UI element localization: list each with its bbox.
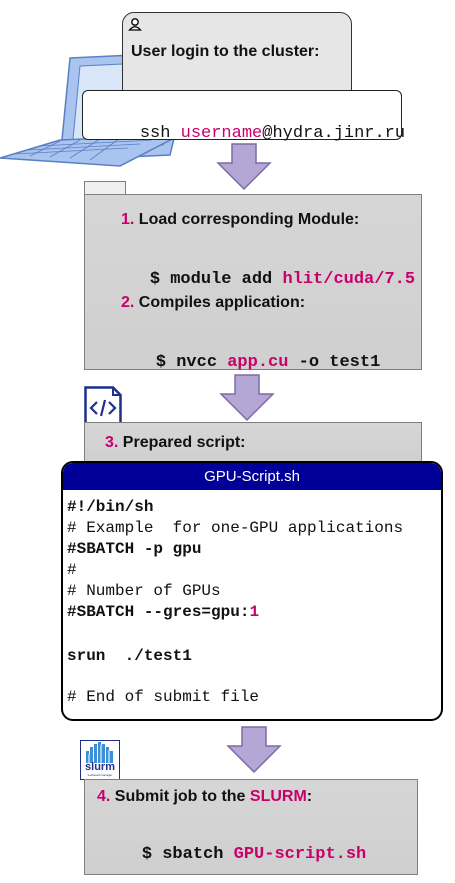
step4-cmd-prefix: $ sbatch xyxy=(141,845,234,864)
script-line: #SBATCH -p gpu xyxy=(67,540,202,558)
step2-cmd-file: app.cu xyxy=(227,353,289,372)
step1-cmd-prefix: $ module add xyxy=(149,270,283,289)
step4-colon: : xyxy=(306,788,313,805)
step3-number: 3. xyxy=(105,434,119,451)
script-gres-value: 1 xyxy=(249,603,260,621)
script-line: #!/bin/sh xyxy=(67,498,154,516)
step4-box: 4. Submit job to the SLURM: $ sbatch GPU… xyxy=(84,779,418,875)
login-title: User login to the cluster: xyxy=(131,43,320,60)
down-arrow-2 xyxy=(219,374,275,422)
script-line: # xyxy=(67,561,77,579)
script-header: GPU-Script.sh xyxy=(63,463,441,490)
script-line: # Example for one-GPU applications xyxy=(67,519,404,537)
script-blank-line xyxy=(67,667,441,687)
step2-title: 2. Compiles application: xyxy=(121,294,305,312)
step4-label: Submit job to the xyxy=(114,788,250,805)
slurm-logo-icon: slurm workload manager xyxy=(80,740,120,780)
script-line: srun ./test1 xyxy=(67,647,192,665)
script-line: # End of submit file xyxy=(67,688,260,706)
down-arrow-1 xyxy=(216,143,272,191)
script-line: #SBATCH --gres=gpu:1 xyxy=(67,602,441,623)
slurm-logo-subtext: workload manager xyxy=(87,773,113,777)
login-box: User login to the cluster: xyxy=(122,12,352,102)
ssh-cmd-prefix: ssh xyxy=(139,124,181,143)
script-line: # Number of GPUs xyxy=(67,582,221,600)
step3-box: 3. Prepared script: xyxy=(84,422,422,464)
step1-number: 1. xyxy=(121,211,135,228)
step4-command: $ sbatch GPU-script.sh xyxy=(101,826,366,883)
step1-label: Load corresponding Module: xyxy=(138,211,360,228)
steps-1-2-box: 1. Load corresponding Module: $ module a… xyxy=(84,194,422,372)
step4-number: 4. xyxy=(97,788,111,805)
step2-cmd-suffix: -o test1 xyxy=(288,353,381,372)
step2-cmd-prefix: $ nvcc xyxy=(155,353,228,372)
code-file-icon xyxy=(84,386,122,426)
user-icon xyxy=(128,18,142,31)
folder-tab xyxy=(84,181,126,195)
script-gres-prefix: #SBATCH --gres=gpu: xyxy=(67,603,250,621)
step3-label: Prepared script: xyxy=(122,434,246,451)
script-filename: GPU-Script.sh xyxy=(204,468,300,485)
script-window: GPU-Script.sh #!/bin/sh # Example for on… xyxy=(61,461,443,721)
script-blank-line xyxy=(67,623,441,646)
step3-title: 3. Prepared script: xyxy=(105,434,246,452)
ssh-cmd-user: username xyxy=(180,124,263,143)
down-arrow-3 xyxy=(226,726,282,774)
step1-title: 1. Load corresponding Module: xyxy=(121,211,359,229)
step2-label: Compiles application: xyxy=(138,294,306,311)
step4-cmd-file: GPU-script.sh xyxy=(233,845,367,864)
script-body: #!/bin/sh # Example for one-GPU applicat… xyxy=(63,490,441,708)
step1-cmd-module: hlit/cuda/7.5 xyxy=(282,270,416,289)
step4-slurm-label: SLURM xyxy=(249,788,307,805)
ssh-cmd-host: @hydra.jinr.ru xyxy=(262,124,406,143)
step4-title: 4. Submit job to the SLURM: xyxy=(97,788,312,806)
step2-number: 2. xyxy=(121,294,135,311)
slurm-logo-text: slurm xyxy=(85,761,115,773)
ssh-command-box: ssh username@hydra.jinr.ru xyxy=(82,90,406,143)
